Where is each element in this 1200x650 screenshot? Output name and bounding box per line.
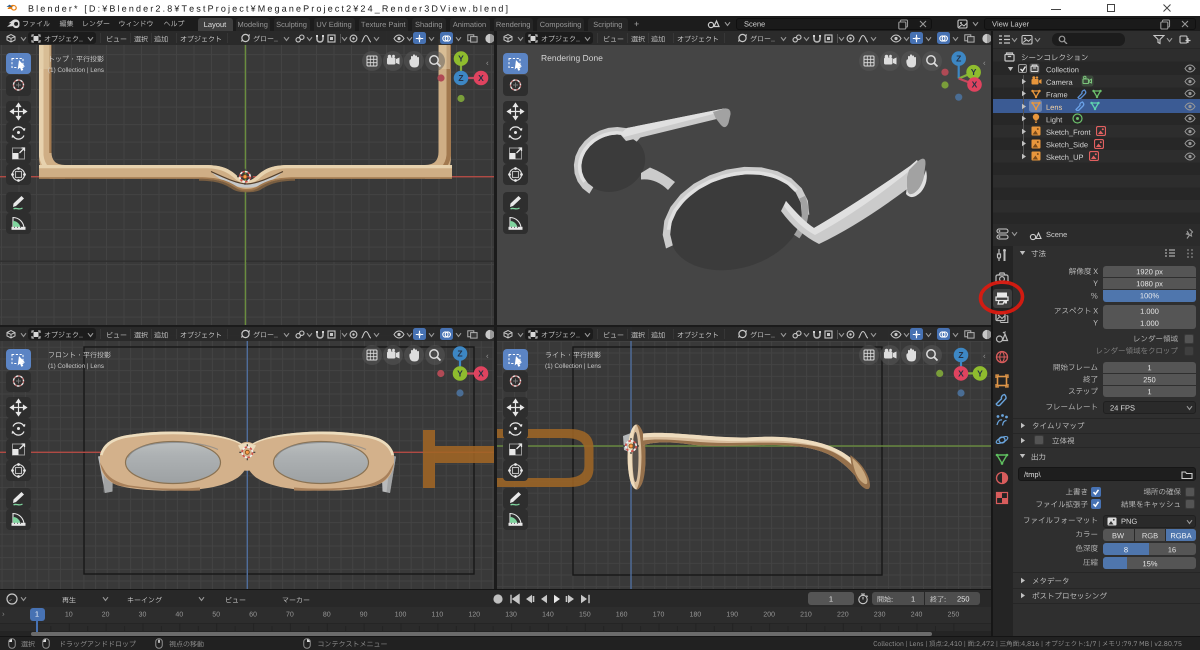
svg-text:Z: Z [956, 54, 961, 64]
svg-text:Y: Y [458, 54, 464, 64]
svg-text:X: X [958, 368, 964, 378]
svg-text:Y: Y [977, 368, 983, 378]
svg-text:Z: Z [458, 73, 463, 83]
svg-text:Y: Y [971, 67, 977, 77]
svg-text:Z: Z [958, 350, 963, 360]
svg-text:Y: Y [457, 369, 463, 379]
svg-text:X: X [478, 369, 484, 379]
svg-text:X: X [972, 80, 978, 90]
svg-text:X: X [478, 73, 484, 83]
svg-text:Z: Z [457, 349, 462, 359]
